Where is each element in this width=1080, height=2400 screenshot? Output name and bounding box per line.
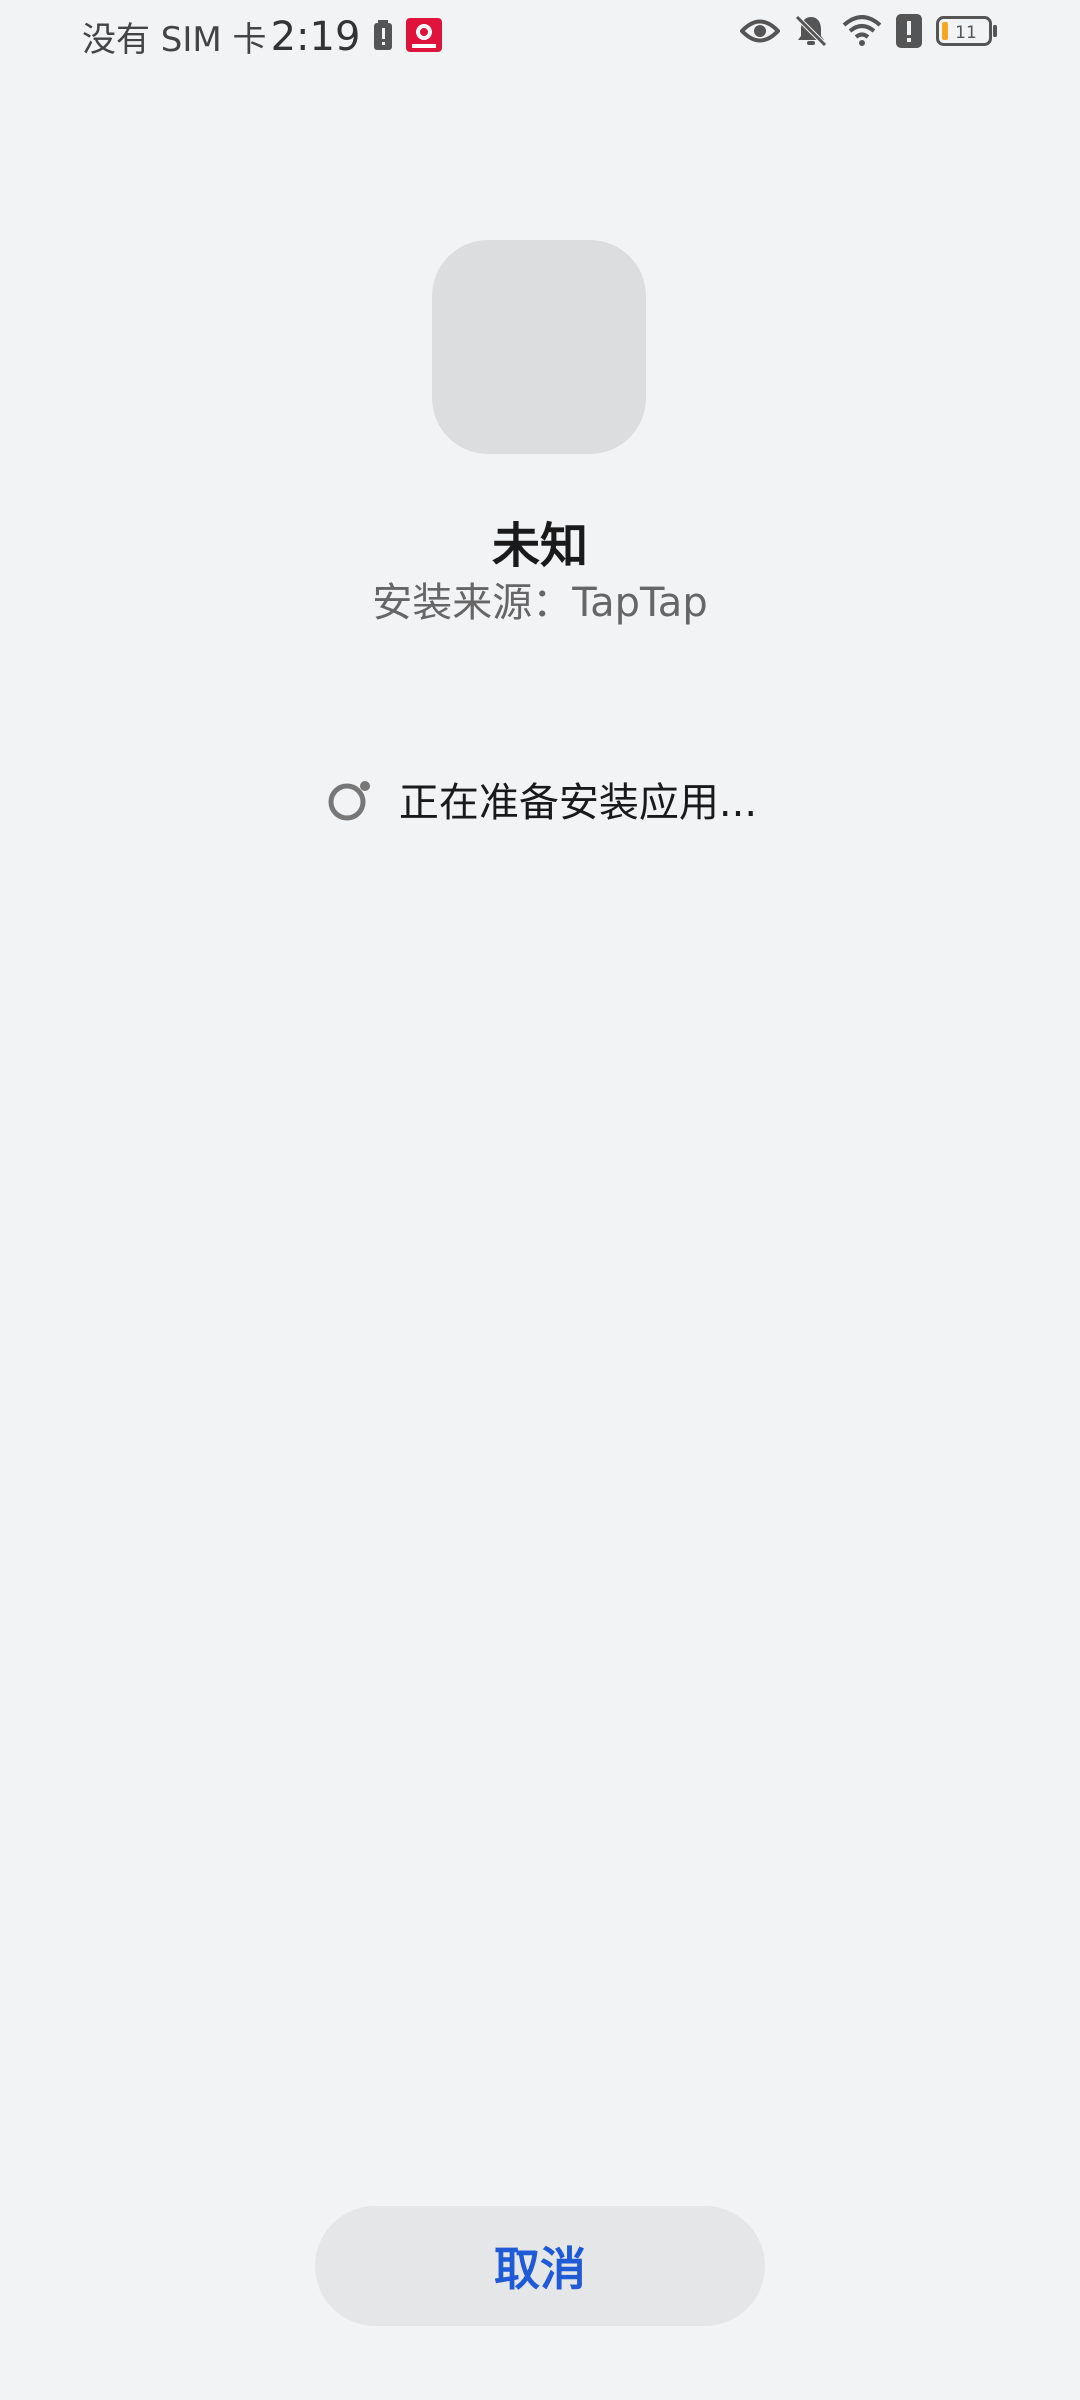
- clock: 2:19: [270, 13, 361, 60]
- carrier-label: 没有 SIM 卡: [82, 20, 267, 60]
- install-screen: 没有 SIM 卡 2:19 11 未知 安装来源：TapTap 正在准备安装应用…: [0, 0, 1080, 2400]
- battery-alert-icon: [374, 19, 393, 54]
- status-bar: 没有 SIM 卡 2:19 11: [0, 0, 1080, 72]
- app-icon-placeholder: [432, 240, 646, 454]
- status-left: 没有 SIM 卡 2:19: [82, 12, 443, 61]
- progress-row: 正在准备安装应用...: [0, 770, 1080, 828]
- progress-text: 正在准备安装应用...: [398, 780, 758, 826]
- app-notification-icon: [406, 17, 443, 56]
- battery-level-text: 11: [955, 23, 977, 43]
- install-source: 安装来源：TapTap: [372, 580, 708, 626]
- alert-icon: [896, 14, 922, 52]
- battery-icon: 11: [936, 16, 998, 50]
- bell-muted-icon: [794, 14, 828, 52]
- loading-spinner-icon: [328, 781, 370, 821]
- status-right: 11: [726, 14, 998, 52]
- app-name: 未知: [491, 518, 588, 574]
- wifi-icon: [842, 15, 882, 51]
- eye-icon: [739, 16, 781, 50]
- cancel-button[interactable]: 取消: [315, 2206, 765, 2326]
